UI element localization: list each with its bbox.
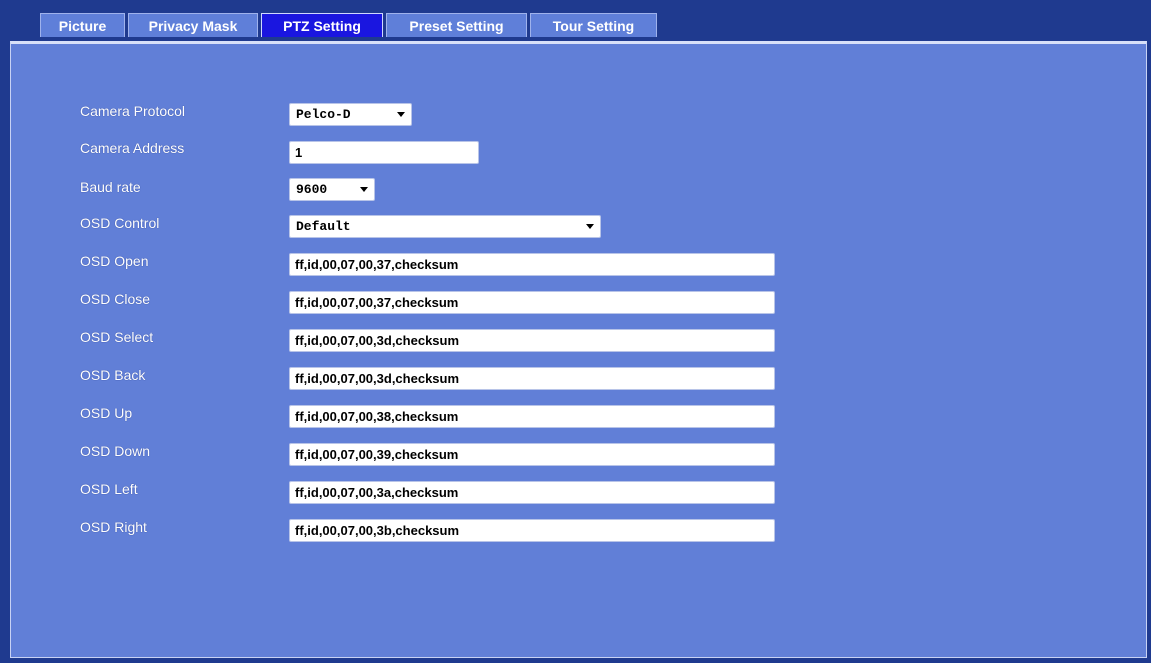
- camera-protocol-label: Camera Protocol: [80, 103, 186, 119]
- osd-left-label: OSD Left: [80, 481, 138, 497]
- camera-protocol-value: Pelco-D: [296, 107, 351, 122]
- tab-bar: Picture Privacy Mask PTZ Setting Preset …: [40, 13, 657, 37]
- osd-select-input[interactable]: ff,id,00,07,00,3d,checksum: [289, 329, 775, 352]
- osd-back-label: OSD Back: [80, 367, 146, 383]
- osd-close-label: OSD Close: [80, 291, 151, 307]
- tab-preset-setting[interactable]: Preset Setting: [386, 13, 527, 37]
- osd-control-select[interactable]: Default: [289, 215, 601, 238]
- camera-protocol-select[interactable]: Pelco-D: [289, 103, 412, 126]
- osd-close-input[interactable]: ff,id,00,07,00,37,checksum: [289, 291, 775, 314]
- tab-ptz-setting[interactable]: PTZ Setting: [261, 13, 383, 37]
- camera-address-label: Camera Address: [80, 140, 185, 156]
- camera-address-input[interactable]: 1: [289, 141, 479, 164]
- osd-up-input[interactable]: ff,id,00,07,00,38,checksum: [289, 405, 775, 428]
- baud-rate-value: 9600: [296, 182, 328, 197]
- osd-up-label: OSD Up: [80, 405, 133, 421]
- osd-open-label: OSD Open: [80, 253, 149, 269]
- osd-select-label: OSD Select: [80, 329, 154, 345]
- osd-control-label: OSD Control: [80, 215, 160, 231]
- baud-rate-label: Baud rate: [80, 179, 141, 195]
- chevron-down-icon: [586, 224, 594, 229]
- chevron-down-icon: [360, 187, 368, 192]
- osd-control-value: Default: [296, 219, 351, 234]
- osd-down-label: OSD Down: [80, 443, 151, 459]
- tab-privacy-mask[interactable]: Privacy Mask: [128, 13, 258, 37]
- osd-right-label: OSD Right: [80, 519, 147, 535]
- tab-picture[interactable]: Picture: [40, 13, 125, 37]
- osd-open-input[interactable]: ff,id,00,07,00,37,checksum: [289, 253, 775, 276]
- osd-back-input[interactable]: ff,id,00,07,00,3d,checksum: [289, 367, 775, 390]
- osd-down-input[interactable]: ff,id,00,07,00,39,checksum: [289, 443, 775, 466]
- osd-left-input[interactable]: ff,id,00,07,00,3a,checksum: [289, 481, 775, 504]
- chevron-down-icon: [397, 112, 405, 117]
- osd-right-input[interactable]: ff,id,00,07,00,3b,checksum: [289, 519, 775, 542]
- baud-rate-select[interactable]: 9600: [289, 178, 375, 201]
- tab-tour-setting[interactable]: Tour Setting: [530, 13, 657, 37]
